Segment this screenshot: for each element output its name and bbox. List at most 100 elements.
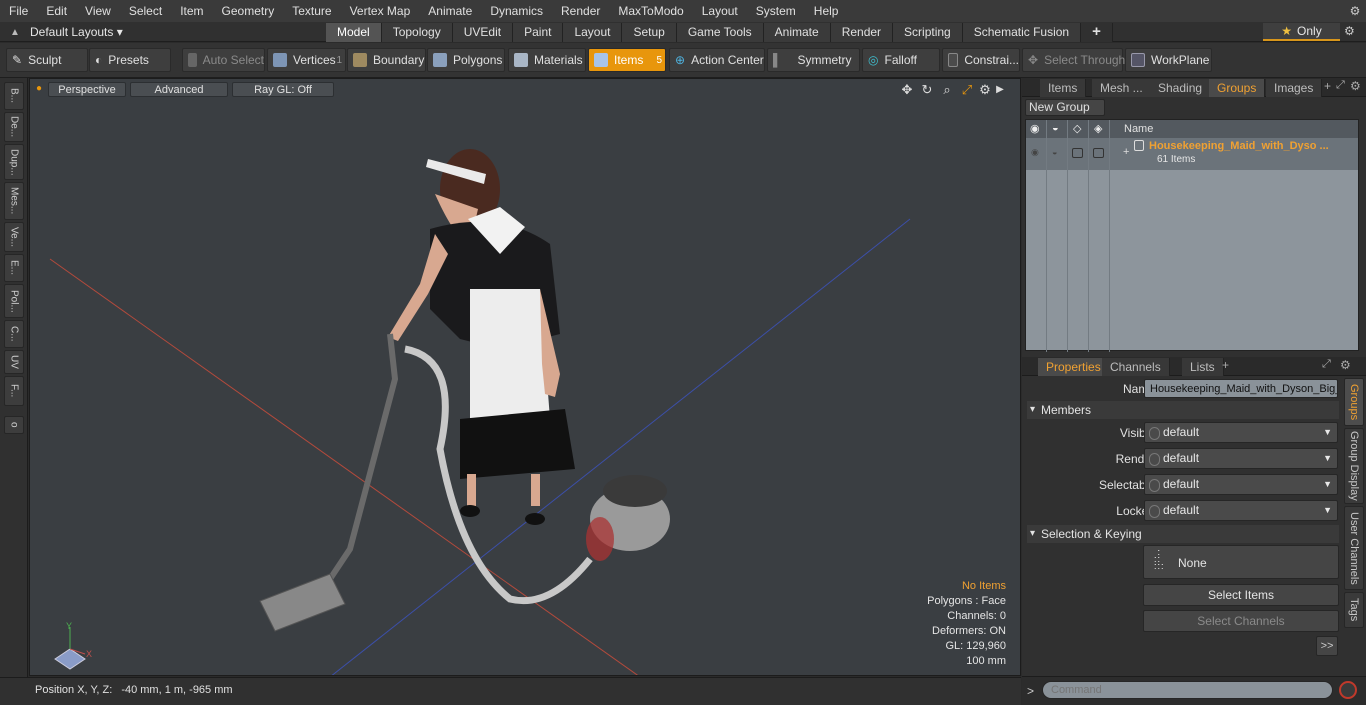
tab-model[interactable]: Model [326, 23, 382, 42]
advanced-button[interactable]: Advanced [130, 82, 228, 97]
tab-paint[interactable]: Paint [513, 23, 564, 42]
menu-layout[interactable]: Layout [693, 0, 747, 22]
maximize-view-icon[interactable]: ⤢ [959, 82, 975, 98]
presets-button[interactable]: ◐ Presets [89, 48, 171, 72]
zoom-view-icon[interactable]: ⌕ [939, 82, 955, 98]
group-row[interactable]: ◉ ◒ + Housekeeping_Maid_with_Dyso ... 61… [1026, 138, 1358, 170]
side-tab-user-channels[interactable]: User Channels [1344, 506, 1364, 590]
members-section[interactable]: Members [1027, 401, 1339, 419]
tab-properties[interactable]: Properties [1038, 358, 1110, 376]
window-menu-icon[interactable]: ⚙ [1344, 4, 1366, 18]
panel-gear-icon[interactable]: ⚙ [1350, 79, 1361, 93]
auto-select-button[interactable]: Auto Select [182, 48, 265, 72]
menu-animate[interactable]: Animate [419, 0, 481, 22]
tab-setup[interactable]: Setup [622, 23, 677, 42]
tab-items[interactable]: Items [1040, 79, 1087, 97]
tab-lists[interactable]: Lists [1182, 358, 1224, 376]
left-tab-curve[interactable]: C... [4, 320, 24, 348]
action-center-button[interactable]: ⊕ Action Center [669, 48, 765, 72]
row-eye-icon[interactable]: ◉ [1031, 147, 1039, 158]
left-tab-collapse[interactable]: o [4, 416, 24, 434]
menu-vertex-map[interactable]: Vertex Map [341, 0, 420, 22]
menu-maxtomodo[interactable]: MaxToModo [609, 0, 692, 22]
menu-dynamics[interactable]: Dynamics [481, 0, 552, 22]
menu-help[interactable]: Help [805, 0, 848, 22]
tab-scripting[interactable]: Scripting [893, 23, 963, 42]
row-render-icon[interactable]: ◒ [1052, 147, 1057, 157]
view-mode-button[interactable]: Perspective [48, 82, 126, 97]
materials-button[interactable]: Materials [508, 48, 586, 72]
tab-uvedit[interactable]: UVEdit [452, 23, 514, 42]
side-tab-group-display[interactable]: Group Display [1344, 428, 1364, 504]
polygons-button[interactable]: Polygons [427, 48, 505, 72]
lock-icon[interactable]: ◇ [1073, 122, 1081, 135]
left-tab-basic[interactable]: B... [4, 82, 24, 110]
left-tab-deform[interactable]: De... [4, 112, 24, 142]
sculpt-button[interactable]: ✎ Sculpt [6, 48, 88, 72]
left-tab-mesh[interactable]: Mes... [4, 182, 24, 220]
workplane-button[interactable]: WorkPlane [1125, 48, 1212, 72]
menu-item[interactable]: Item [171, 0, 212, 22]
tab-animate[interactable]: Animate [763, 23, 831, 42]
tab-images[interactable]: Images [1266, 79, 1323, 97]
menu-texture[interactable]: Texture [283, 0, 340, 22]
layout-gear-icon[interactable]: ⚙ [1344, 24, 1355, 38]
layout-selector[interactable]: ▲ Default Layouts ▾ [0, 22, 123, 42]
render-icon[interactable]: ◒ [1052, 122, 1059, 134]
record-icon[interactable] [1339, 681, 1357, 699]
prop-gear-icon[interactable]: ⚙ [1340, 358, 1351, 372]
menu-view[interactable]: View [76, 0, 120, 22]
add-prop-tab-icon[interactable]: + [1222, 358, 1229, 372]
tab-mesh[interactable]: Mesh ... [1092, 79, 1152, 97]
tab-game-tools[interactable]: Game Tools [676, 23, 764, 42]
render-dropdown[interactable]: default ▼ [1144, 448, 1338, 469]
tab-layout[interactable]: Layout [563, 23, 623, 42]
menu-edit[interactable]: Edit [37, 0, 76, 22]
tab-shading[interactable]: Shading [1150, 79, 1212, 97]
3d-viewport[interactable]: Y X ● Perspective Advanced Ray GL: Off ✥… [29, 78, 1021, 676]
menu-select[interactable]: Select [120, 0, 171, 22]
boundary-button[interactable]: Boundary [347, 48, 426, 72]
left-tab-uv[interactable]: UV [4, 350, 24, 374]
none-button[interactable]: :::::: None [1143, 545, 1339, 579]
view-expand-icon[interactable]: ▶ [992, 82, 1008, 98]
side-tab-tags[interactable]: Tags [1344, 592, 1364, 628]
selection-keying-section[interactable]: Selection & Keying [1027, 525, 1339, 543]
row-lock-checkbox[interactable] [1072, 148, 1083, 158]
name-field[interactable] [1144, 379, 1338, 398]
move-view-icon[interactable]: ✥ [899, 82, 915, 98]
row-select-checkbox[interactable] [1093, 148, 1104, 158]
view-settings-icon[interactable]: ⚙ [977, 82, 993, 98]
more-button[interactable]: >> [1316, 636, 1338, 656]
falloff-button[interactable]: ◎ Falloff [862, 48, 940, 72]
tab-schematic-fusion[interactable]: Schematic Fusion [962, 23, 1082, 42]
tab-render[interactable]: Render [830, 23, 894, 42]
tab-topology[interactable]: Topology [381, 23, 453, 42]
visibility-eye-icon[interactable]: ◉ [1030, 122, 1040, 135]
command-input[interactable] [1042, 681, 1333, 699]
left-tab-edge[interactable]: E... [4, 254, 24, 282]
add-tab-button[interactable]: + [1081, 23, 1113, 42]
items-button[interactable]: Items 5 [588, 48, 666, 72]
select-items-button[interactable]: Select Items [1143, 584, 1339, 606]
menu-geometry[interactable]: Geometry [213, 0, 284, 22]
select-through-button[interactable]: ✥ Select Through [1022, 48, 1125, 72]
menu-render[interactable]: Render [552, 0, 609, 22]
panel-expand-icon[interactable]: ⤢ [1336, 79, 1345, 92]
menu-file[interactable]: File [0, 0, 37, 22]
tab-channels[interactable]: Channels [1102, 358, 1170, 376]
tab-groups[interactable]: Groups [1209, 79, 1266, 97]
only-toggle[interactable]: ★ Only [1263, 23, 1340, 41]
left-tab-vertex[interactable]: Ve... [4, 222, 24, 252]
selectable-dropdown[interactable]: default ▼ [1144, 474, 1338, 495]
locked-dropdown[interactable]: default ▼ [1144, 500, 1338, 521]
select-channels-button[interactable]: Select Channels [1143, 610, 1339, 632]
prop-expand-icon[interactable]: ⤢ [1322, 358, 1331, 371]
symmetry-button[interactable]: ▌ Symmetry [767, 48, 860, 72]
expand-plus-icon[interactable]: + [1123, 146, 1129, 158]
constraints-button[interactable]: Constrai... [942, 48, 1020, 72]
select-cube-icon[interactable]: ◈ [1094, 122, 1102, 135]
left-tab-polygon[interactable]: Pol... [4, 284, 24, 318]
add-panel-tab-icon[interactable]: + [1324, 79, 1331, 93]
menu-system[interactable]: System [747, 0, 805, 22]
